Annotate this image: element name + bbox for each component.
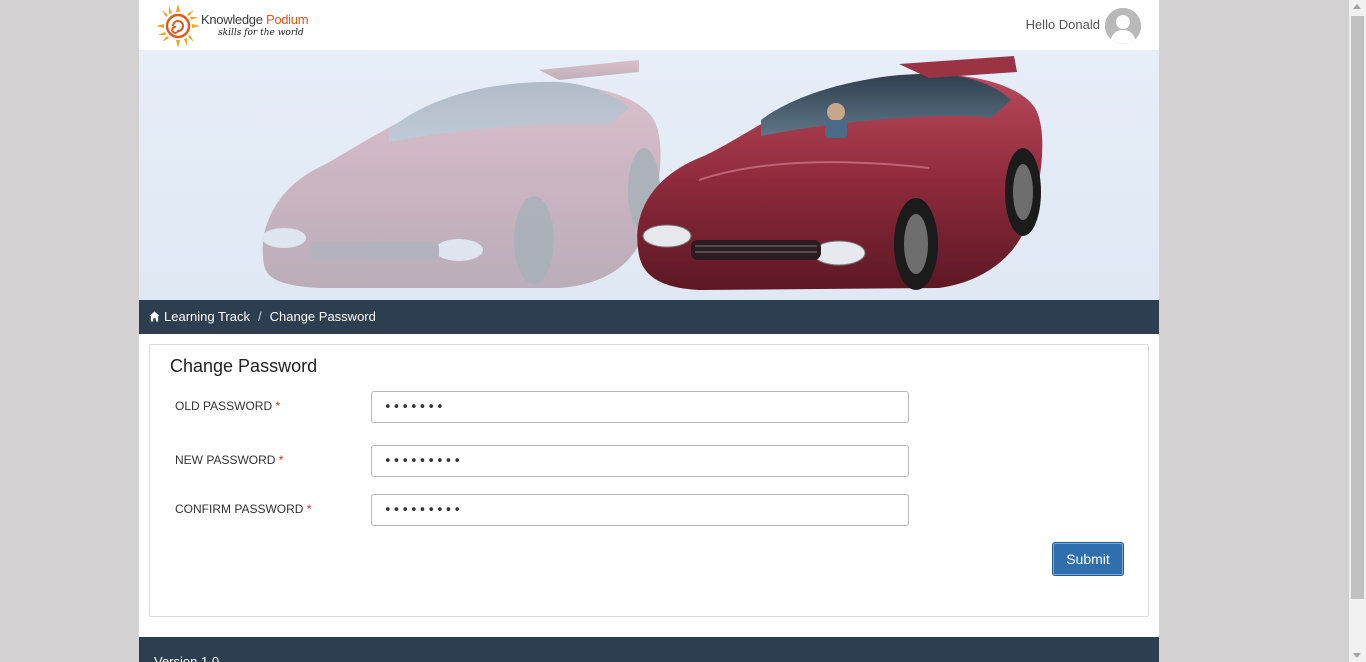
brand-tagline: skills for the world	[218, 28, 304, 38]
user-greeting[interactable]: Hello Donald	[1026, 17, 1100, 32]
page-container: Knowledge Podium skills for the world He…	[139, 0, 1159, 662]
old-password-field[interactable]	[371, 391, 909, 423]
new-password-field[interactable]	[371, 445, 909, 477]
user-silhouette-icon	[1105, 8, 1141, 44]
breadcrumb-separator: /	[258, 309, 262, 324]
brand-name: Knowledge Podium	[201, 12, 309, 27]
vertical-scrollbar[interactable]	[1349, 0, 1366, 662]
hero-banner	[139, 50, 1159, 300]
confirm-password-field[interactable]	[371, 494, 909, 526]
new-password-label: NEW PASSWORD *	[175, 453, 284, 467]
sports-car-image	[262, 56, 1043, 290]
page-title: Change Password	[170, 356, 318, 376]
change-password-panel: Change Password OLD PASSWORD * NEW PASSW…	[149, 344, 1149, 617]
top-bar: Knowledge Podium skills for the world He…	[139, 0, 1159, 50]
scroll-up-arrow-icon[interactable]	[1353, 4, 1361, 9]
footer: Version 1.0	[139, 637, 1159, 662]
old-password-label: OLD PASSWORD *	[175, 399, 281, 413]
breadcrumb: Learning Track / Change Password	[139, 300, 1159, 334]
sun-logo-icon	[156, 4, 200, 48]
confirm-password-label: CONFIRM PASSWORD *	[175, 502, 312, 516]
scroll-down-arrow-icon[interactable]	[1353, 653, 1361, 658]
submit-button[interactable]: Submit	[1052, 542, 1124, 576]
home-icon[interactable]	[149, 311, 160, 322]
scrollbar-thumb[interactable]	[1351, 16, 1364, 599]
version-label: Version 1.0	[154, 654, 220, 662]
breadcrumb-current-page: Change Password	[269, 309, 376, 324]
avatar[interactable]	[1105, 8, 1141, 44]
breadcrumb-link-learning-track[interactable]: Learning Track	[164, 309, 250, 324]
brand-logo[interactable]: Knowledge Podium skills for the world	[155, 3, 315, 48]
